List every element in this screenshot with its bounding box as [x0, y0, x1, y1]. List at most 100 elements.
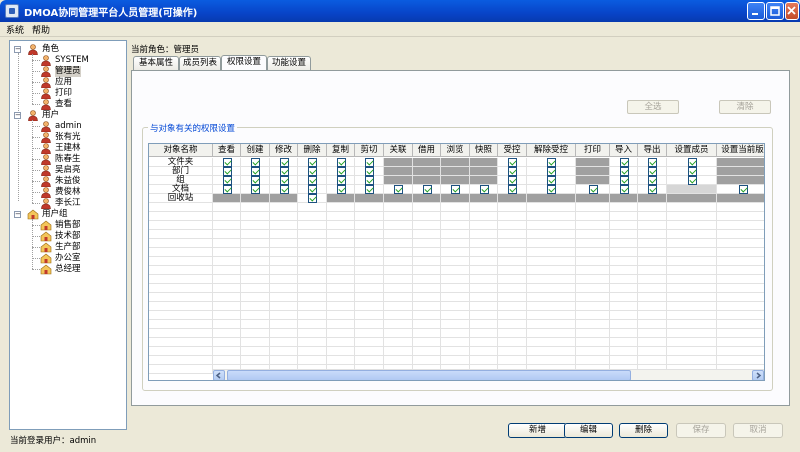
- permission-checkbox[interactable]: [365, 185, 374, 194]
- table-cell[interactable]: [355, 194, 384, 203]
- table-cell[interactable]: [241, 176, 270, 185]
- table-cell[interactable]: [527, 185, 576, 194]
- column-header[interactable]: 对象名称: [149, 144, 213, 157]
- table-cell[interactable]: [610, 185, 638, 194]
- table-cell[interactable]: [270, 167, 298, 176]
- permission-checkbox[interactable]: [280, 158, 289, 167]
- table-cell[interactable]: [576, 158, 610, 167]
- permission-checkbox[interactable]: [620, 185, 629, 194]
- table-cell[interactable]: [470, 158, 498, 167]
- table-cell[interactable]: [498, 185, 527, 194]
- permission-checkbox[interactable]: [508, 167, 517, 176]
- table-cell[interactable]: [213, 167, 241, 176]
- permission-checkbox[interactable]: [308, 194, 317, 203]
- column-header[interactable]: 设置成员: [667, 144, 717, 157]
- close-button[interactable]: [785, 2, 799, 20]
- permission-checkbox[interactable]: [337, 158, 346, 167]
- table-cell[interactable]: [213, 194, 241, 203]
- permission-checkbox[interactable]: [223, 185, 232, 194]
- expand-roles-toggle[interactable]: −: [14, 46, 21, 53]
- table-cell[interactable]: [610, 167, 638, 176]
- expand-users-toggle[interactable]: −: [14, 112, 21, 119]
- table-cell[interactable]: [298, 167, 327, 176]
- table-cell[interactable]: [717, 194, 764, 203]
- table-cell[interactable]: [470, 167, 498, 176]
- table-cell[interactable]: [355, 185, 384, 194]
- table-cell[interactable]: [213, 158, 241, 167]
- permission-checkbox[interactable]: [423, 185, 432, 194]
- column-header[interactable]: 创建: [241, 144, 270, 157]
- table-cell[interactable]: [498, 158, 527, 167]
- column-header[interactable]: 查看: [213, 144, 241, 157]
- table-cell[interactable]: [527, 194, 576, 203]
- permission-checkbox[interactable]: [365, 176, 374, 185]
- permission-checkbox[interactable]: [508, 176, 517, 185]
- table-cell[interactable]: [638, 176, 667, 185]
- tab-functions[interactable]: 功能设置: [267, 56, 311, 70]
- permission-checkbox[interactable]: [648, 158, 657, 167]
- permission-checkbox[interactable]: [648, 185, 657, 194]
- table-cell[interactable]: [327, 167, 355, 176]
- table-cell[interactable]: [441, 176, 470, 185]
- table-cell[interactable]: [213, 185, 241, 194]
- table-cell[interactable]: [527, 167, 576, 176]
- column-header[interactable]: 设置当前版: [717, 144, 764, 157]
- new-button[interactable]: 新增: [508, 423, 567, 438]
- column-header[interactable]: 解除受控: [527, 144, 576, 157]
- table-cell[interactable]: [470, 194, 498, 203]
- table-cell[interactable]: [667, 194, 717, 203]
- table-cell[interactable]: [610, 194, 638, 203]
- table-cell[interactable]: [717, 176, 764, 185]
- maximize-button[interactable]: [766, 2, 784, 20]
- table-cell[interactable]: [717, 185, 764, 194]
- permission-checkbox[interactable]: [308, 167, 317, 176]
- tab-members[interactable]: 成员列表: [179, 56, 221, 70]
- table-cell[interactable]: [241, 185, 270, 194]
- table-cell[interactable]: [441, 194, 470, 203]
- table-cell[interactable]: [327, 176, 355, 185]
- column-header[interactable]: 删除: [298, 144, 327, 157]
- table-cell[interactable]: [355, 176, 384, 185]
- table-cell[interactable]: [384, 176, 413, 185]
- clear-button[interactable]: 清除: [719, 100, 771, 114]
- permission-checkbox[interactable]: [337, 185, 346, 194]
- table-cell[interactable]: [298, 176, 327, 185]
- permission-checkbox[interactable]: [508, 158, 517, 167]
- permission-checkbox[interactable]: [337, 176, 346, 185]
- column-header[interactable]: 导出: [638, 144, 667, 157]
- permission-checkbox[interactable]: [337, 167, 346, 176]
- edit-button[interactable]: 编辑: [564, 423, 613, 438]
- table-cell[interactable]: [638, 158, 667, 167]
- table-cell[interactable]: [241, 158, 270, 167]
- table-cell[interactable]: [576, 167, 610, 176]
- table-cell[interactable]: [576, 176, 610, 185]
- table-cell[interactable]: [384, 167, 413, 176]
- column-header[interactable]: 受控: [498, 144, 527, 157]
- column-header[interactable]: 修改: [270, 144, 298, 157]
- table-cell[interactable]: [576, 194, 610, 203]
- table-cell[interactable]: [638, 167, 667, 176]
- table-cell[interactable]: [667, 176, 717, 185]
- scroll-thumb[interactable]: [227, 370, 631, 380]
- permission-checkbox[interactable]: [547, 176, 556, 185]
- column-header[interactable]: 打印: [576, 144, 610, 157]
- permission-checkbox[interactable]: [688, 167, 697, 176]
- tab-basic[interactable]: 基本属性: [133, 56, 179, 70]
- table-cell[interactable]: [610, 176, 638, 185]
- permission-checkbox[interactable]: [365, 158, 374, 167]
- table-cell[interactable]: [384, 158, 413, 167]
- table-cell[interactable]: [298, 194, 327, 203]
- table-cell[interactable]: [241, 194, 270, 203]
- select-all-button[interactable]: 全选: [627, 100, 679, 114]
- table-cell[interactable]: [441, 158, 470, 167]
- permission-checkbox[interactable]: [620, 176, 629, 185]
- minimize-button[interactable]: [747, 2, 765, 20]
- permission-checkbox[interactable]: [508, 185, 517, 194]
- column-header[interactable]: 关联: [384, 144, 413, 157]
- table-cell[interactable]: [527, 176, 576, 185]
- table-cell[interactable]: [384, 185, 413, 194]
- table-cell[interactable]: [527, 158, 576, 167]
- table-cell[interactable]: [413, 176, 441, 185]
- table-cell[interactable]: [441, 167, 470, 176]
- table-cell[interactable]: [298, 185, 327, 194]
